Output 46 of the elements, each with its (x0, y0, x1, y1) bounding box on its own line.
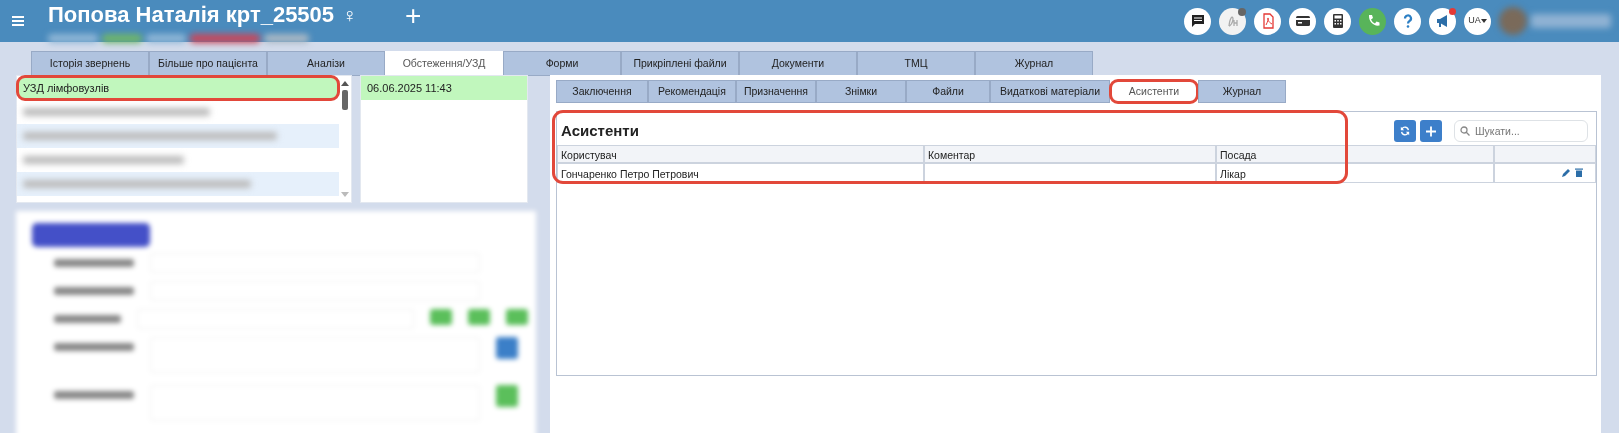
refresh-icon (1400, 125, 1410, 138)
date-item[interactable]: 06.06.2025 11:43 (361, 76, 527, 100)
tab[interactable]: ТМЦ (857, 51, 975, 76)
tab[interactable]: Журнал (975, 51, 1093, 76)
tab[interactable]: Аналізи (267, 51, 385, 76)
megaphone-button[interactable] (1429, 7, 1456, 35)
help-button[interactable] (1394, 7, 1421, 35)
card-button[interactable] (1289, 7, 1316, 35)
tab[interactable]: Документи (739, 51, 857, 76)
column-header: Посада (1216, 144, 1494, 163)
gender-symbol: ♀ (342, 2, 358, 28)
column-header: Коментар (924, 144, 1216, 163)
subtab[interactable]: Призначення (736, 80, 816, 103)
subtab[interactable]: Видаткові матеріали (990, 80, 1110, 103)
tab[interactable]: Форми (503, 51, 621, 76)
calculator-button[interactable] (1324, 7, 1351, 35)
pdf-button[interactable] (1254, 7, 1281, 35)
patient-name: Попова Наталія крт_25505 (48, 3, 335, 26)
subtab[interactable]: Рекомендація (648, 80, 736, 103)
language-dropdown[interactable]: UA (1464, 7, 1491, 35)
table-cell: Гончаренко Петро Петрович (557, 162, 924, 183)
exam-item[interactable]: УЗД лімфовузлів (17, 76, 339, 100)
caret-icon (1480, 19, 1487, 23)
tab[interactable]: Історія звернень (31, 51, 149, 76)
subtab[interactable]: Знімки (816, 80, 906, 103)
subtab[interactable]: Асистенти (1110, 80, 1198, 103)
search-field[interactable]: Шукати... (1454, 120, 1588, 143)
chat-button[interactable] (1184, 7, 1211, 35)
signature-button[interactable] (1219, 7, 1246, 35)
subtab[interactable]: Файли (906, 80, 990, 103)
delete-icon[interactable] (1575, 168, 1583, 177)
plus-icon (1426, 125, 1436, 137)
table-cell: Лікар (1216, 162, 1494, 183)
tab[interactable]: Обстеження/УЗД (385, 51, 503, 76)
phone-button[interactable] (1359, 7, 1386, 35)
menu-icon[interactable] (12, 16, 24, 26)
column-header: Користувач (557, 144, 924, 163)
panel-title: Асистенти (560, 121, 639, 141)
tab[interactable]: Більше про пацієнта (149, 51, 267, 76)
subtab[interactable]: Заключення (556, 80, 648, 103)
tab[interactable]: Прикріплені файли (621, 51, 739, 76)
add-button[interactable] (1420, 120, 1442, 143)
subtab[interactable]: Журнал (1198, 80, 1286, 103)
refresh-button[interactable] (1394, 120, 1416, 143)
edit-icon[interactable] (1562, 168, 1571, 177)
add-button[interactable]: + (405, 0, 422, 37)
